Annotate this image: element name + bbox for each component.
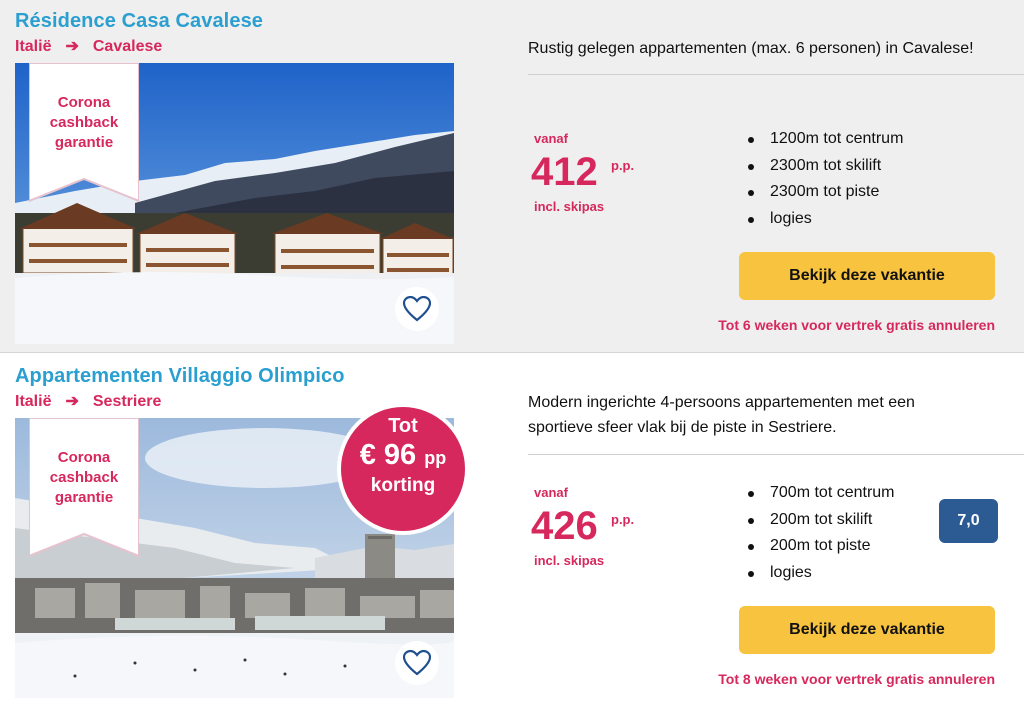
cancellation-note[interactable]: Tot 8 weken voor vertrek gratis annulere… (718, 671, 995, 687)
discount-amount: € 96 pp (341, 438, 465, 475)
favorite-button[interactable] (395, 287, 439, 331)
feature-list: 1200m tot centrum 2300m tot skilift 2300… (746, 126, 903, 232)
feature-list: 700m tot centrum 200m tot skilift 200m t… (746, 480, 895, 586)
divider (528, 74, 1024, 75)
price-from-label: vanaf (534, 131, 568, 146)
breadcrumb-country[interactable]: Italië (15, 38, 51, 55)
feature-item: 2300m tot skilift (746, 153, 903, 180)
cancellation-note[interactable]: Tot 6 weken voor vertrek gratis annulere… (718, 317, 995, 333)
heart-icon (403, 650, 431, 676)
listing-title[interactable]: Appartementen Villaggio Olimpico (15, 365, 345, 388)
favorite-button[interactable] (395, 641, 439, 685)
feature-item: 700m tot centrum (746, 480, 895, 507)
arrow-right-icon: ➔ (65, 38, 79, 55)
price-per-person: p.p. (611, 512, 635, 527)
feature-item: 200m tot skilift (746, 507, 895, 534)
discount-badge: Tot € 96 pp korting (337, 403, 469, 535)
discount-suffix: korting (370, 475, 436, 496)
listing-title[interactable]: Résidence Casa Cavalese (15, 10, 263, 33)
discount-unit: pp (424, 448, 447, 468)
price-value: 426 (531, 504, 598, 548)
divider (528, 454, 1024, 455)
price-value: 412 (531, 150, 598, 194)
badge-text: Corona cashback garantie (49, 94, 119, 151)
feature-item: logies (746, 206, 903, 233)
breadcrumb: Italië ➔ Cavalese (15, 36, 162, 56)
arrow-right-icon: ➔ (65, 393, 79, 410)
feature-item: 2300m tot piste (746, 179, 903, 206)
corona-cashback-ribbon: Corona cashback garantie (29, 418, 139, 558)
discount-prefix: Tot (388, 415, 418, 437)
breadcrumb-country[interactable]: Italië (15, 393, 51, 410)
rating-badge[interactable]: 7,0 (939, 499, 998, 543)
listing-photo[interactable]: Corona cashback garantie (15, 63, 454, 344)
listing-description: Modern ingerichte 4-persoons appartement… (528, 390, 915, 440)
corona-cashback-ribbon: Corona cashback garantie (29, 63, 139, 203)
breadcrumb: Italië ➔ Sestriere (15, 391, 161, 411)
view-vacation-button[interactable]: Bekijk deze vakantie (739, 252, 995, 300)
feature-item: logies (746, 560, 895, 587)
feature-item: 200m tot piste (746, 533, 895, 560)
price-per-person: p.p. (611, 158, 635, 173)
price-includes: incl. skipas (534, 553, 605, 568)
breadcrumb-place[interactable]: Cavalese (93, 38, 162, 55)
description-line: sportieve sfeer vlak bij de piste in Ses… (528, 419, 837, 436)
description-line: Modern ingerichte 4-persoons appartement… (528, 394, 915, 411)
view-vacation-button[interactable]: Bekijk deze vakantie (739, 606, 995, 654)
breadcrumb-place[interactable]: Sestriere (93, 393, 162, 410)
discount-value: € 96 (359, 439, 417, 471)
price-from-label: vanaf (534, 485, 568, 500)
price-includes: incl. skipas (534, 199, 605, 214)
listing-description: Rustig gelegen appartementen (max. 6 per… (528, 40, 974, 57)
feature-item: 1200m tot centrum (746, 126, 903, 153)
heart-icon (403, 296, 431, 322)
badge-text: Corona cashback garantie (49, 449, 119, 506)
